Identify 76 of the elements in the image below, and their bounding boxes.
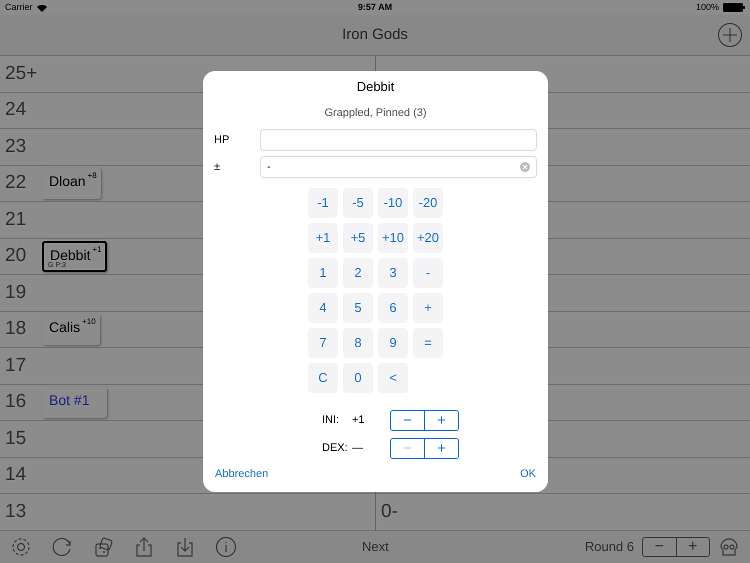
stepper-value: — (352, 441, 364, 456)
row-label: 25+ (5, 62, 38, 86)
keypad-key[interactable]: < (378, 363, 408, 393)
status-time: 9:57 AM (358, 0, 392, 14)
round-decrease-button[interactable]: − (643, 538, 676, 556)
keypad-key[interactable]: +20 (413, 223, 443, 253)
row-label: 16 (5, 390, 28, 414)
row-label: 17 (5, 354, 28, 378)
row-label: 0- (381, 500, 399, 524)
keypad-key[interactable]: + (413, 293, 443, 323)
row-label: 13 (5, 500, 28, 524)
combatant-name: Bot #1 (49, 392, 90, 408)
keypad-key[interactable]: 5 (343, 293, 373, 323)
wifi-icon (36, 4, 47, 12)
field-label: HP (214, 132, 230, 148)
combatant-name: Dloan (49, 172, 86, 189)
row-label: 15 (5, 426, 28, 451)
dialog-subtitle: Grappled, Pinned (3) (324, 106, 427, 120)
keypad-key[interactable]: 8 (343, 328, 373, 358)
carrier-label: Carrier (5, 0, 33, 14)
stepper-value: +1 (352, 413, 366, 428)
keypad-key[interactable]: 0 (343, 363, 373, 393)
combatant-token[interactable]: Bot #1 (42, 386, 108, 418)
increase-button[interactable]: + (424, 411, 458, 430)
keypad-key[interactable]: = (413, 328, 443, 358)
initiative-modifier: +1 (92, 244, 102, 256)
battery-label: 100% (696, 0, 719, 14)
keypad-key[interactable]: 1 (308, 258, 338, 288)
cancel-button[interactable]: Abbrechen (215, 466, 268, 482)
refresh-icon[interactable] (51, 536, 73, 558)
increase-button[interactable]: + (424, 439, 458, 458)
keypad-key[interactable]: 4 (308, 293, 338, 323)
field-label: ± (214, 160, 222, 175)
input-field[interactable] (260, 129, 537, 151)
combatant-name: Debbit (50, 246, 90, 263)
row-label: 20 (5, 244, 28, 268)
row-label: 18 (5, 317, 28, 342)
row-label: 19 (5, 280, 28, 305)
row-label: 23 (5, 134, 28, 159)
decrease-button[interactable]: − (391, 411, 424, 430)
keypad-key[interactable]: 7 (308, 328, 338, 358)
keypad-key[interactable]: C (308, 363, 338, 393)
stepper-label: INI: (322, 413, 340, 428)
clear-icon[interactable] (520, 162, 530, 172)
initiative-modifier: +8 (88, 170, 97, 182)
keypad-key[interactable]: +1 (308, 223, 338, 253)
next-button[interactable]: Next (362, 537, 389, 557)
ok-button[interactable]: OK (520, 466, 536, 482)
keypad-key[interactable]: - (413, 258, 443, 288)
settings-icon[interactable] (10, 536, 32, 558)
row-label: 21 (5, 208, 28, 232)
keypad-key[interactable]: 3 (378, 258, 408, 288)
battery-icon (723, 3, 745, 12)
info-icon[interactable] (215, 536, 237, 558)
keypad-key[interactable]: 9 (378, 328, 408, 358)
stepper-label: DEX: (322, 441, 349, 456)
add-icon[interactable] (718, 23, 742, 47)
row-label: 24 (5, 98, 28, 122)
skull-icon[interactable] (718, 536, 740, 558)
keypad-key[interactable]: +5 (343, 223, 373, 253)
round-label: Round 6 (584, 538, 634, 556)
keypad-key[interactable]: +10 (378, 223, 408, 253)
nav-title: Iron Gods (342, 24, 408, 45)
combatant-name: Calis (49, 318, 80, 335)
keypad-key[interactable]: -1 (308, 188, 338, 218)
round-increase-button[interactable]: + (676, 538, 709, 556)
keypad-key[interactable]: 6 (378, 293, 408, 323)
keypad-key[interactable]: -5 (343, 188, 373, 218)
row-label: 14 (5, 463, 28, 488)
initiative-modifier: +10 (82, 316, 96, 328)
input-field[interactable]: - (260, 156, 537, 178)
keypad-key[interactable]: -10 (378, 188, 408, 218)
keypad-key[interactable]: -20 (413, 188, 443, 218)
row-label: 22 (5, 171, 28, 196)
dialog-title: Debbit (356, 78, 394, 96)
keypad-key[interactable]: 2 (343, 258, 373, 288)
